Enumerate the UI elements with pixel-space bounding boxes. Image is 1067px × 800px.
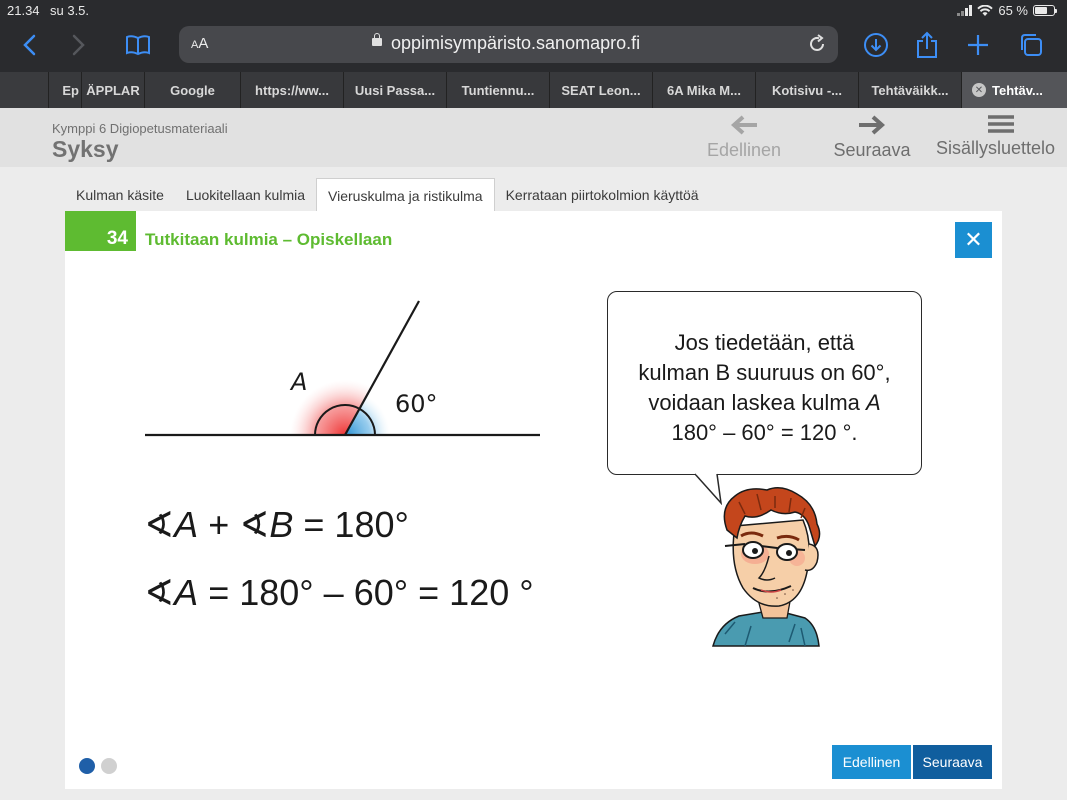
formula-sum-rest: = 180° <box>293 504 409 545</box>
browser-tab-label: Ep <box>62 82 79 98</box>
prev-page-button[interactable]: Edellinen <box>832 745 911 779</box>
reload-icon[interactable] <box>806 33 828 55</box>
bubble-line: voidaan laskea kulma A <box>608 388 921 418</box>
formula-result: ∢A = 180° – 60° = 120 ° <box>144 572 534 614</box>
address-bar[interactable]: AA oppimisympäristo.sanomapro.fi <box>179 26 838 63</box>
header-next-label: Seuraava <box>833 140 911 160</box>
forward-icon[interactable] <box>64 30 94 60</box>
browser-tab-active[interactable]: ✕ Tehtäv... <box>961 72 1067 108</box>
page-indicator <box>79 758 117 774</box>
toc-label: Sisällysluettelo <box>936 138 1056 158</box>
browser-tab[interactable]: Kotisivu -... <box>755 72 858 108</box>
toc-button[interactable]: Sisällysluettelo <box>932 108 1067 167</box>
arrow-left-icon <box>730 115 757 135</box>
tab-luokitellaan-kulmia[interactable]: Luokitellaan kulmia <box>175 178 316 212</box>
browser-tab[interactable]: Tehtäväikk... <box>858 72 961 108</box>
browser-tab[interactable]: SEAT Leon... <box>549 72 652 108</box>
tab-kerrataan[interactable]: Kerrataan piirtokolmion käyttöä <box>495 178 710 212</box>
text-size-button[interactable]: AA <box>191 35 208 52</box>
tab-kulman-kasite[interactable]: Kulman käsite <box>65 178 175 212</box>
page-dot-active[interactable] <box>79 758 95 774</box>
variable-b: B <box>269 504 294 545</box>
close-tab-icon[interactable]: ✕ <box>972 83 986 97</box>
browser-tab-spacer <box>0 72 48 108</box>
browser-tab-label: Tehtäväikk... <box>871 82 949 98</box>
variable-a: A <box>174 504 199 545</box>
menu-icon <box>988 115 1014 133</box>
browser-tab-label: Uusi Passa... <box>354 82 436 98</box>
browser-tab[interactable]: ÄPPLAR <box>81 72 144 108</box>
status-date: su 3.5. <box>50 3 90 18</box>
exercise-title: Tutkitaan kulmia – Opiskellaan <box>145 230 393 249</box>
angle-symbol: ∢ <box>239 504 270 545</box>
browser-tab-label: https://ww... <box>255 82 329 98</box>
page-dot[interactable] <box>101 758 117 774</box>
browser-tab-label: ÄPPLAR <box>86 82 140 98</box>
formula-sum: ∢A + ∢B = 180° <box>144 504 409 546</box>
close-button[interactable]: ✕ <box>955 222 992 258</box>
header-prev-label: Edellinen <box>706 140 782 160</box>
bubble-line: Jos tiedetään, että <box>674 330 855 355</box>
angle-a-label: A <box>289 368 307 396</box>
wifi-icon <box>977 4 994 16</box>
browser-tab[interactable]: https://ww... <box>240 72 343 108</box>
new-tab-icon[interactable] <box>963 30 993 60</box>
bookmarks-icon[interactable] <box>123 30 153 60</box>
back-icon[interactable] <box>14 30 44 60</box>
browser-tab[interactable]: Ep <box>48 72 81 108</box>
browser-tab[interactable]: Google <box>144 72 240 108</box>
lock-icon <box>372 33 382 46</box>
exercise-number: 34 <box>65 211 136 251</box>
plus-operator: + <box>198 504 240 545</box>
tab-vieruskulma-active[interactable]: Vieruskulma ja ristikulma <box>316 178 495 212</box>
status-right: 65 % <box>957 3 1057 18</box>
angle-figure: A 60° <box>145 300 540 437</box>
angle-symbol: ∢ <box>144 572 175 613</box>
page-header: Kymppi 6 Digiopetusmateriaali Syksy Edel… <box>0 108 1067 167</box>
share-icon[interactable] <box>912 30 942 60</box>
page-title: Syksy <box>52 136 119 162</box>
browser-tab[interactable]: 6A Mika M... <box>652 72 755 108</box>
arrow-right-icon <box>859 115 886 135</box>
battery-icon <box>1033 5 1057 16</box>
header-prev-button[interactable]: Edellinen <box>696 108 792 167</box>
browser-tab-label: Tehtäv... <box>992 82 1043 98</box>
browser-tab-label: 6A Mika M... <box>667 82 741 98</box>
bubble-variable-a: A <box>866 390 881 415</box>
formula-result-rest: = 180° – 60° = 120 ° <box>198 572 534 613</box>
bubble-line: 180° – 60° = 120 °. <box>671 420 858 445</box>
content-tabs: Kulman käsite Luokitellaan kulmia Vierus… <box>65 178 710 212</box>
browser-tab-label: Google <box>170 82 215 98</box>
next-page-button[interactable]: Seuraava <box>913 745 992 779</box>
teacher-illustration <box>712 487 821 647</box>
download-icon[interactable] <box>861 30 891 60</box>
angle-60-label: 60° <box>395 390 438 418</box>
bubble-line: kulman B suuruus on 60°, <box>638 360 891 385</box>
browser-tab-label: Tuntiennu... <box>461 82 535 98</box>
variable-a: A <box>174 572 199 613</box>
battery-percent: 65 % <box>998 3 1028 18</box>
browser-tab-label: Kotisivu -... <box>771 82 843 98</box>
angle-symbol: ∢ <box>144 504 175 545</box>
url-text: oppimisympäristo.sanomapro.fi <box>391 33 641 53</box>
browser-tab-label: SEAT Leon... <box>561 82 641 98</box>
browser-tab[interactable]: Uusi Passa... <box>343 72 446 108</box>
status-time: 21.34 <box>7 3 40 18</box>
browser-tab-strip: Ep ÄPPLAR Google https://ww... Uusi Pass… <box>0 72 1067 108</box>
course-name: Kymppi 6 Digiopetusmateriaali <box>52 121 228 136</box>
browser-tab[interactable]: Tuntiennu... <box>446 72 549 108</box>
header-next-button[interactable]: Seuraava <box>826 108 918 167</box>
bubble-line-prefix: voidaan laskea kulma <box>648 390 866 415</box>
exercise-card: 34 Tutkitaan kulmia – Opiskellaan ✕ A 60… <box>65 211 1002 789</box>
speech-bubble: Jos tiedetään, että kulman B suuruus on … <box>607 291 922 475</box>
tabs-icon[interactable] <box>1016 30 1046 60</box>
signal-icon <box>957 5 973 16</box>
status-bar: 21.34 su 3.5. 65 % <box>0 0 1067 22</box>
browser-toolbar: AA oppimisympäristo.sanomapro.fi <box>0 22 1067 72</box>
